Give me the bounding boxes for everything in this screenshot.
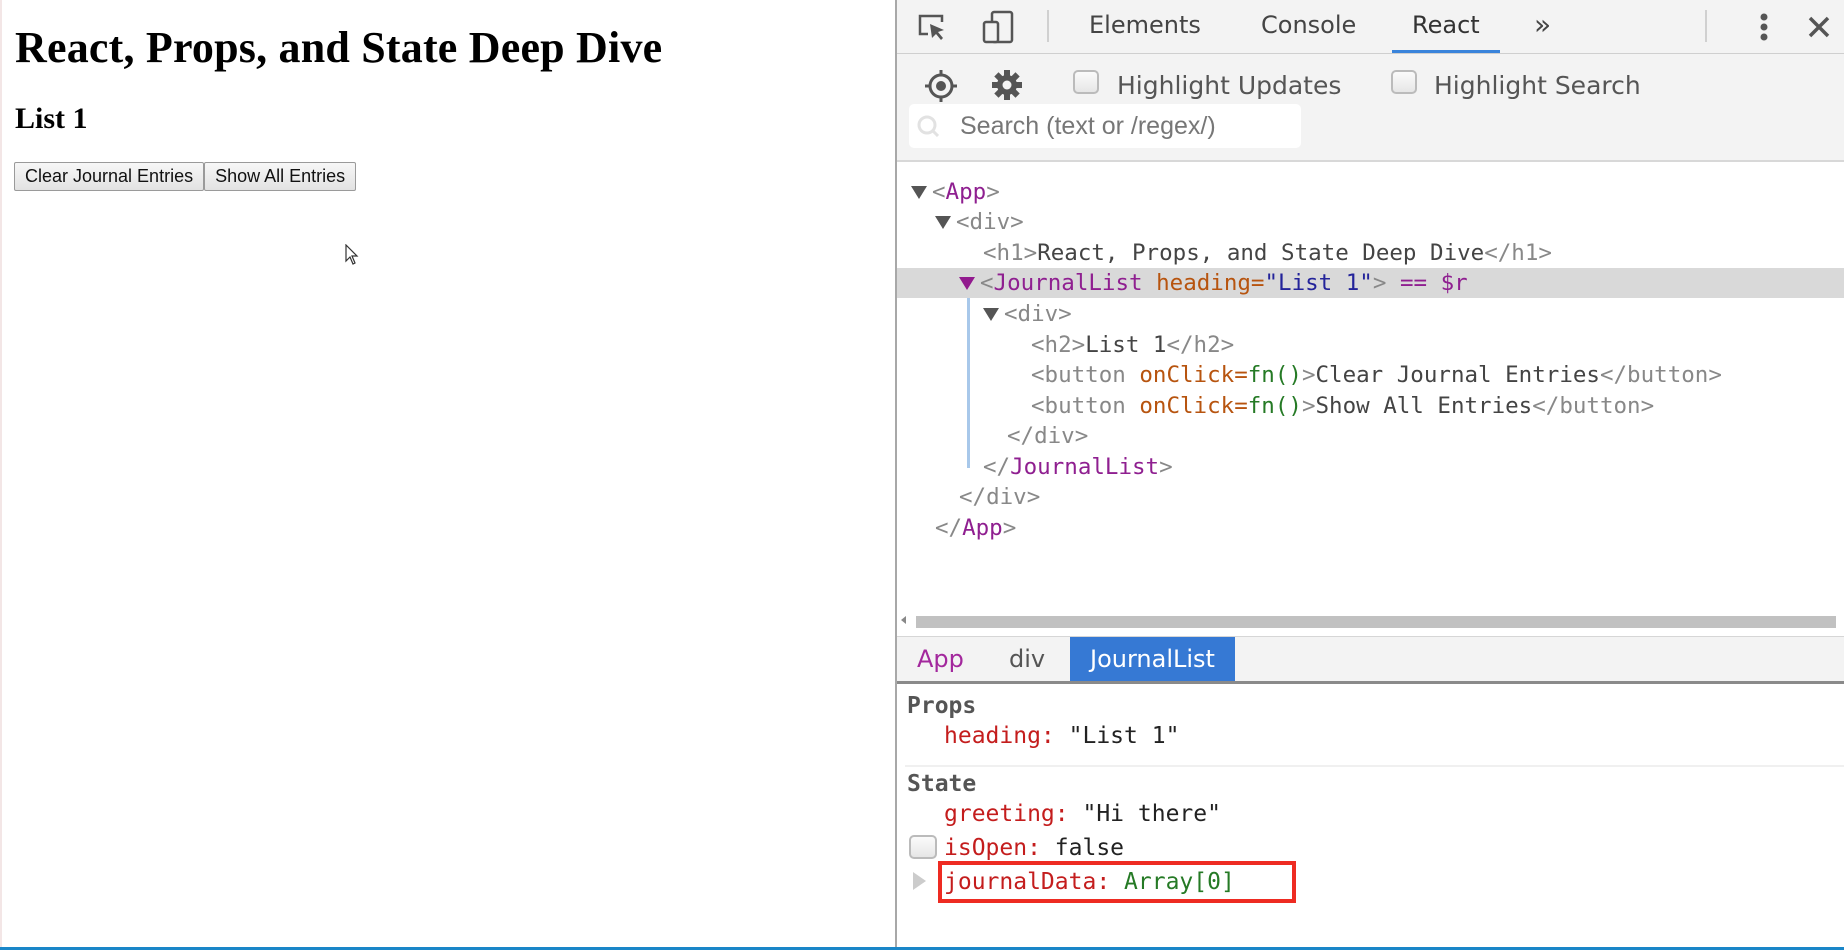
button-row: Clear Journal Entries Show All Entries: [14, 162, 357, 191]
toolbar-separator: [1047, 10, 1049, 42]
state-journaldata[interactable]: journalData: Array[0]: [944, 869, 1235, 895]
tree-node-button-clear[interactable]: <button onClick=fn()>Clear Journal Entri…: [897, 360, 1844, 390]
collapse-arrow-icon[interactable]: [983, 308, 999, 321]
more-tabs-button[interactable]: »: [1534, 0, 1551, 53]
tree-node-journallist-close[interactable]: </JournalList>: [897, 452, 1844, 482]
inspect-element-icon[interactable]: [915, 10, 949, 44]
section-divider: [905, 765, 1844, 767]
tree-node-h2[interactable]: <h2>List 1</h2>: [897, 330, 1844, 360]
collapse-arrow-icon[interactable]: [911, 186, 927, 199]
tab-console[interactable]: Console: [1261, 0, 1356, 53]
isopen-checkbox[interactable]: [909, 835, 937, 859]
component-tree: <App> <div> <h1>React, Props, and State …: [897, 162, 1844, 612]
tree-node-app-close[interactable]: </App>: [897, 513, 1844, 543]
tree-horizontal-scrollbar[interactable]: [897, 612, 1844, 630]
tree-node-button-show[interactable]: <button onClick=fn()>Show All Entries</b…: [897, 391, 1844, 421]
props-state-panel: Props heading: "List 1" State greeting: …: [897, 683, 1844, 947]
mouse-cursor-icon: [345, 244, 359, 265]
search-placeholder: Search (text or /regex/): [960, 112, 1216, 140]
highlight-updates-label: Highlight Updates: [1117, 71, 1342, 100]
list-heading: List 1: [15, 102, 88, 135]
breadcrumb: App div JournalList: [897, 636, 1844, 684]
highlight-updates-checkbox[interactable]: [1073, 70, 1099, 94]
scrollbar-thumb[interactable]: [916, 616, 1836, 628]
devtools-panel: Elements Console React » Highlight Updat…: [895, 0, 1844, 947]
page-viewport: React, Props, and State Deep Dive List 1…: [0, 0, 896, 947]
highlight-search-checkbox[interactable]: [1391, 70, 1417, 94]
breadcrumb-app[interactable]: App: [897, 637, 984, 681]
devtools-main-toolbar: Elements Console React »: [897, 0, 1844, 54]
tree-node-inner-div-close[interactable]: </div>: [897, 421, 1844, 451]
kebab-menu-icon[interactable]: [1747, 10, 1781, 44]
state-greeting[interactable]: greeting: "Hi there": [944, 801, 1221, 827]
state-isopen[interactable]: isOpen: false: [944, 835, 1124, 861]
prop-heading[interactable]: heading: "List 1": [944, 723, 1179, 749]
breadcrumb-div[interactable]: div: [989, 637, 1065, 681]
tree-node-div[interactable]: <div>: [897, 207, 1844, 237]
toolbar-separator: [1705, 10, 1707, 42]
tree-node-journallist-selected[interactable]: <JournalList heading="List 1"> == $r: [897, 268, 1844, 298]
tab-react[interactable]: React: [1392, 0, 1500, 53]
close-icon[interactable]: [1802, 10, 1836, 44]
select-element-icon[interactable]: [923, 68, 959, 104]
props-header: Props: [907, 693, 977, 719]
expand-arrow-icon[interactable]: [913, 872, 926, 890]
search-input[interactable]: Search (text or /regex/): [909, 104, 1301, 148]
breadcrumb-journallist[interactable]: JournalList: [1070, 637, 1235, 681]
settings-gear-icon[interactable]: [990, 68, 1024, 102]
tree-node-h1[interactable]: <h1>React, Props, and State Deep Dive</h…: [897, 238, 1844, 268]
tree-node-div-close[interactable]: </div>: [897, 482, 1844, 512]
tree-node-app[interactable]: <App>: [897, 177, 1844, 207]
device-toggle-icon[interactable]: [981, 10, 1015, 44]
scroll-left-arrow-icon[interactable]: [901, 616, 906, 624]
clear-journal-entries-button[interactable]: Clear Journal Entries: [14, 162, 205, 191]
show-all-entries-button[interactable]: Show All Entries: [204, 162, 357, 191]
search-icon: [917, 115, 939, 137]
tab-elements[interactable]: Elements: [1089, 0, 1201, 53]
page-title: React, Props, and State Deep Dive: [15, 23, 663, 72]
collapse-arrow-icon[interactable]: [959, 277, 975, 290]
highlight-search-label: Highlight Search: [1434, 71, 1641, 100]
react-toolbar: Highlight Updates Highlight Search Searc…: [897, 54, 1844, 162]
collapse-arrow-icon[interactable]: [935, 216, 951, 229]
tree-node-inner-div[interactable]: <div>: [897, 299, 1844, 329]
state-header: State: [907, 771, 977, 797]
